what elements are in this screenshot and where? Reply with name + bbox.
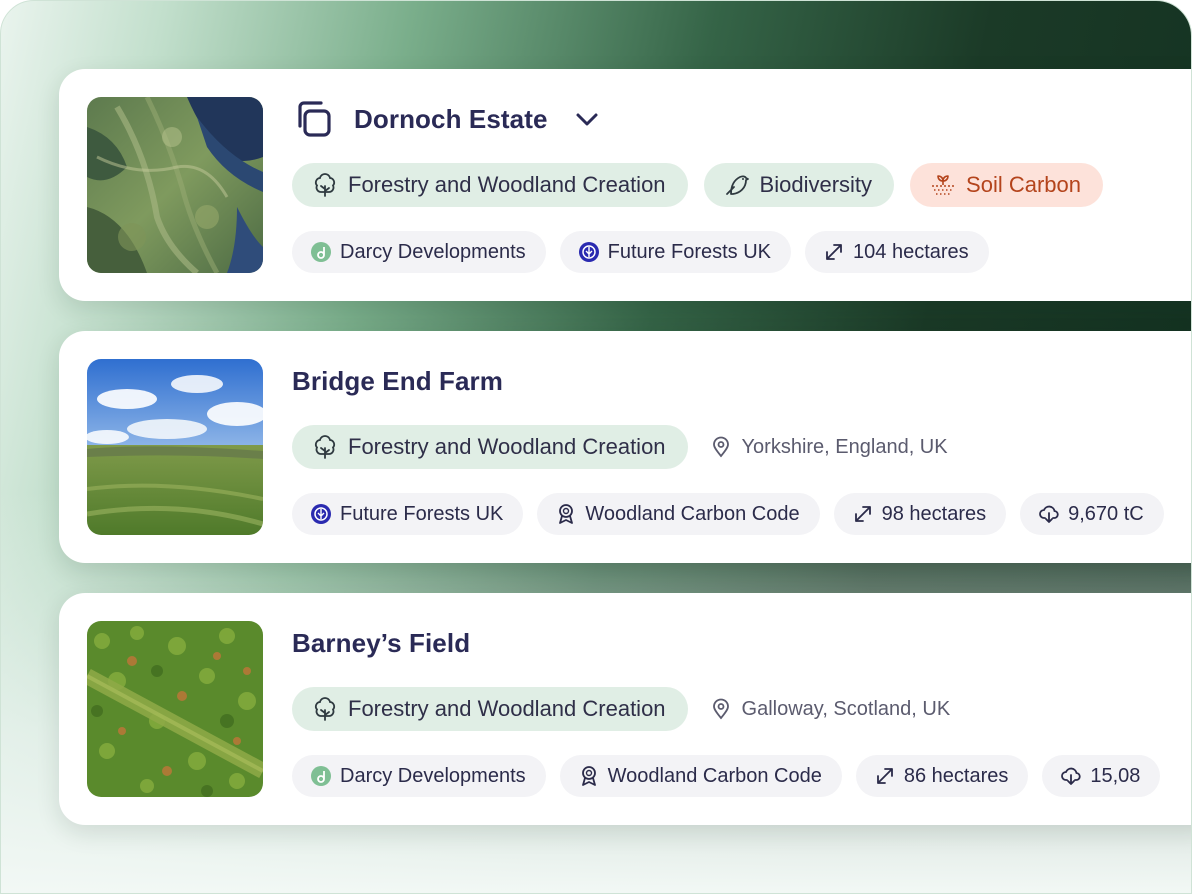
category-row: Forestry and Woodland Creation Galloway,…: [292, 687, 950, 731]
tag-label: 86 hectares: [903, 764, 1009, 787]
tag-label: 9,670 tC: [1068, 502, 1144, 525]
award-icon: [578, 765, 600, 787]
tag-pill-carbon[interactable]: 9,670 tC: [1020, 493, 1164, 535]
tag-pill-area[interactable]: 104 hectares: [805, 231, 989, 273]
projects-panel: Dornoch Estate Forestry and Woodland Cre…: [0, 0, 1192, 894]
tag-pill-standard[interactable]: Woodland Carbon Code: [559, 755, 842, 797]
category-label: Forestry and Woodland Creation: [348, 434, 666, 459]
project-location: Yorkshire, England, UK: [710, 436, 948, 459]
soil-icon: [930, 172, 956, 198]
award-icon: [555, 503, 577, 525]
tree-icon: [312, 172, 338, 198]
tag-label: 98 hectares: [881, 502, 987, 525]
project-title: Bridge End Farm: [292, 365, 503, 396]
project-card[interactable]: Dornoch Estate Forestry and Woodland Cre…: [59, 69, 1191, 301]
category-row: Forestry and Woodland Creation Biodivers…: [292, 163, 1119, 207]
project-thumbnail: [87, 97, 263, 273]
darcy-logo-icon: [310, 765, 332, 787]
tree-icon: [312, 434, 338, 460]
tag-pill-area[interactable]: 86 hectares: [855, 755, 1029, 797]
tree-icon: [312, 696, 338, 722]
category-pill-biodiversity[interactable]: Biodiversity: [703, 163, 895, 207]
location-label: Yorkshire, England, UK: [741, 435, 948, 458]
cloud-download-icon: [1038, 503, 1060, 525]
category-label: Soil Carbon: [966, 172, 1081, 197]
resize-arrows-icon: [823, 241, 845, 263]
tag-pill-carbon[interactable]: 15,08: [1042, 755, 1161, 797]
project-title: Barney’s Field: [292, 627, 471, 658]
project-title-row: Dornoch Estate: [292, 99, 600, 139]
copy-icon[interactable]: [292, 98, 334, 140]
future-forests-logo-icon: [310, 503, 332, 525]
tag-label: Future Forests UK: [340, 502, 504, 525]
tag-pill-partner[interactable]: Future Forests UK: [292, 493, 524, 535]
category-row: Forestry and Woodland Creation Yorkshire…: [292, 425, 948, 469]
category-label: Forestry and Woodland Creation: [348, 172, 666, 197]
tag-row: Darcy Developments Future Forests UK 104…: [292, 231, 1003, 273]
project-thumbnail: [87, 621, 263, 797]
tag-label: Future Forests UK: [607, 240, 772, 263]
project-title-row: Bridge End Farm: [292, 361, 503, 401]
tag-label: Woodland Carbon Code: [585, 502, 800, 525]
project-title-row: Barney’s Field: [292, 623, 470, 663]
category-pill-forestry[interactable]: Forestry and Woodland Creation: [292, 163, 688, 207]
future-forests-logo-icon: [578, 241, 600, 263]
map-pin-icon: [710, 436, 732, 458]
tag-row: Darcy Developments Woodland Carbon Code …: [292, 755, 1174, 797]
tag-label: Darcy Developments: [340, 764, 526, 787]
category-pill-soil-carbon[interactable]: Soil Carbon: [910, 163, 1103, 207]
tag-label: Darcy Developments: [340, 240, 526, 263]
location-label: Galloway, Scotland, UK: [741, 697, 951, 720]
project-card[interactable]: Barney’s Field Forestry and Woodland Cre…: [59, 593, 1191, 825]
tag-pill-area[interactable]: 98 hectares: [833, 493, 1007, 535]
resize-arrows-icon: [852, 503, 874, 525]
darcy-logo-icon: [310, 241, 332, 263]
project-title: Dornoch Estate: [354, 103, 548, 134]
category-pill-forestry[interactable]: Forestry and Woodland Creation: [292, 425, 688, 469]
tag-pill-standard[interactable]: Woodland Carbon Code: [537, 493, 820, 535]
tag-pill-developer[interactable]: Darcy Developments: [292, 231, 546, 273]
tag-label: 104 hectares: [853, 240, 969, 263]
category-pill-forestry[interactable]: Forestry and Woodland Creation: [292, 687, 688, 731]
project-thumbnail: [87, 359, 263, 535]
cloud-download-icon: [1060, 765, 1082, 787]
chevron-down-icon[interactable]: [574, 106, 600, 132]
tag-row: Future Forests UK Woodland Carbon Code 9…: [292, 493, 1178, 535]
category-label: Forestry and Woodland Creation: [348, 696, 666, 721]
map-pin-icon: [710, 698, 732, 720]
tag-pill-partner[interactable]: Future Forests UK: [559, 231, 792, 273]
project-location: Galloway, Scotland, UK: [710, 697, 951, 721]
category-label: Biodiversity: [759, 172, 873, 197]
tag-pill-developer[interactable]: Darcy Developments: [292, 755, 546, 797]
bird-icon: [724, 172, 750, 198]
resize-arrows-icon: [874, 765, 896, 787]
project-card[interactable]: Bridge End Farm Forestry and Woodland Cr…: [59, 331, 1191, 563]
tag-label: 15,08: [1090, 764, 1141, 787]
tag-label: Woodland Carbon Code: [607, 764, 822, 787]
